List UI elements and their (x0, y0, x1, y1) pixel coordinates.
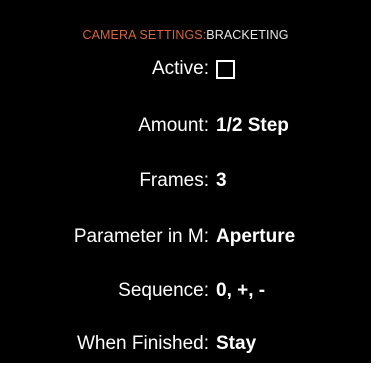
frames-label: Frames: (139, 170, 209, 191)
parameter-label: Parameter in M: (73, 226, 209, 247)
when-finished-row[interactable]: When Finished: Stay (0, 333, 371, 359)
parameter-value[interactable]: Aperture (216, 226, 295, 248)
settings-header: CAMERA SETTINGS:BRACKETING (0, 28, 371, 42)
active-checkbox[interactable] (216, 60, 235, 79)
active-row[interactable]: Active: (0, 58, 371, 84)
sequence-label: Sequence: (118, 280, 209, 301)
amount-label: Amount: (138, 115, 209, 136)
when-finished-value[interactable]: Stay (216, 333, 256, 355)
bracketing-settings-panel: CAMERA SETTINGS:BRACKETING Active: Amoun… (0, 0, 371, 363)
when-finished-label: When Finished: (76, 333, 209, 354)
active-label: Active: (151, 58, 209, 79)
amount-value[interactable]: 1/2 Step (216, 115, 289, 137)
header-section: BRACKETING (206, 28, 289, 42)
sequence-value[interactable]: 0, +, - (216, 280, 265, 302)
frames-value[interactable]: 3 (216, 170, 227, 192)
parameter-row[interactable]: Parameter in M: Aperture (0, 226, 371, 252)
header-category: CAMERA SETTINGS: (82, 28, 207, 42)
frames-row[interactable]: Frames: 3 (0, 170, 371, 196)
sequence-row[interactable]: Sequence: 0, +, - (0, 280, 371, 306)
amount-row[interactable]: Amount: 1/2 Step (0, 115, 371, 141)
